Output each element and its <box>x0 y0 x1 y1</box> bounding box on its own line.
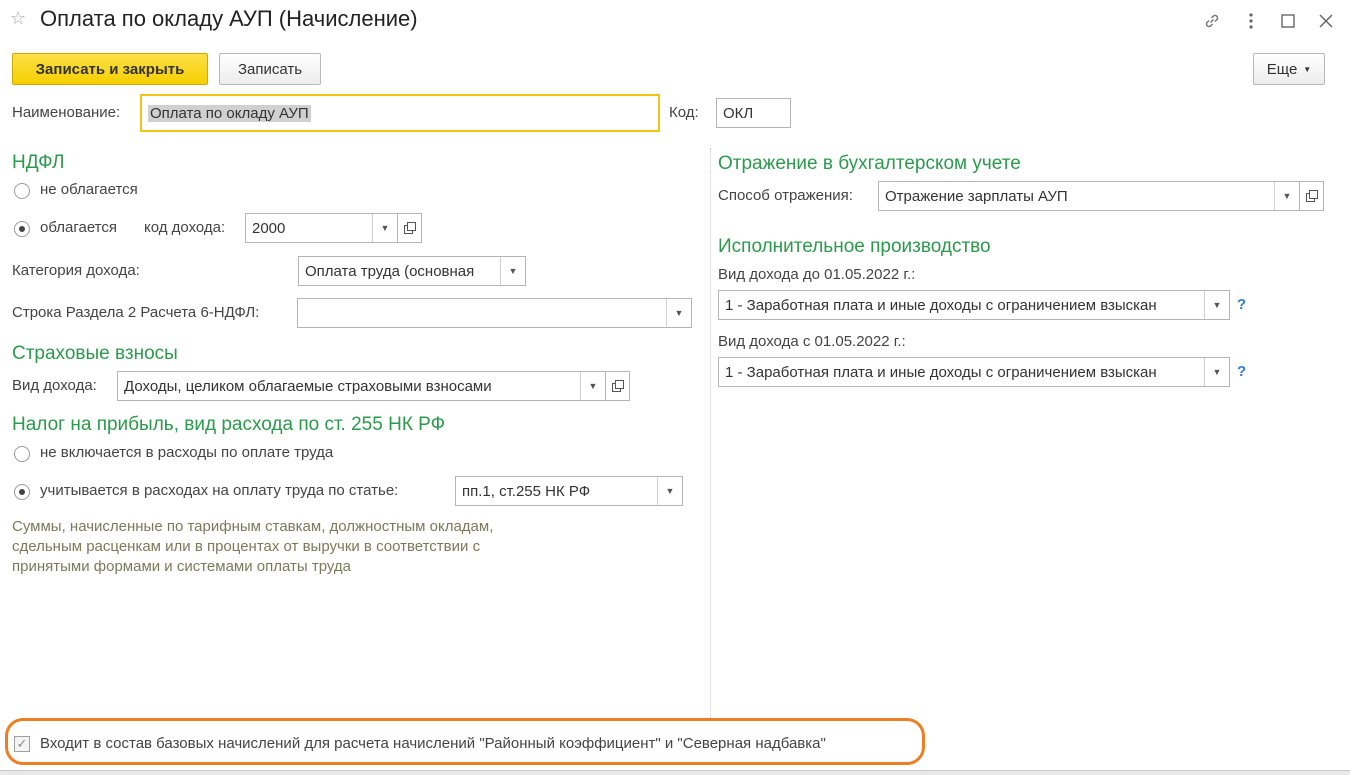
dropdown-arrow-icon[interactable]: ▼ <box>580 372 605 400</box>
close-icon[interactable] <box>1313 8 1339 34</box>
more-menu-icon[interactable] <box>1238 8 1264 34</box>
profit-article-value: пп.1, ст.255 НК РФ <box>462 482 591 500</box>
dropdown-arrow-icon[interactable]: ▼ <box>657 477 682 505</box>
enforcement-after-label: Вид дохода с 01.05.2022 г.: <box>718 333 906 350</box>
ndfl-not-taxed-label[interactable]: не облагается <box>40 181 138 198</box>
name-value: Оплата по окладу АУП <box>148 104 311 122</box>
enforcement-heading: Исполнительное производство <box>718 236 991 257</box>
bottom-edge <box>0 770 1350 775</box>
profit-tax-heading: Налог на прибыль, вид расхода по ст. 255… <box>12 414 446 435</box>
code-input[interactable]: ОКЛ <box>716 98 791 128</box>
income-code-value: 2000 <box>252 219 286 237</box>
maximize-icon[interactable] <box>1275 8 1301 34</box>
dropdown-arrow-icon[interactable]: ▼ <box>372 214 397 242</box>
window-title: Оплата по окладу АУП (Начисление) <box>40 6 418 31</box>
enforcement-after-select[interactable]: 1 - Заработная плата и иные доходы с огр… <box>718 357 1230 387</box>
code-label: Код: <box>669 104 699 121</box>
ndfl-not-taxed-radio[interactable] <box>14 183 30 199</box>
enforcement-after-value: 1 - Заработная плата и иные доходы с огр… <box>725 363 1157 381</box>
accounting-method-select[interactable]: Отражение зарплаты АУП ▼ <box>878 181 1300 211</box>
open-form-icon[interactable] <box>606 371 630 401</box>
checkmark-icon: ✓ <box>16 736 28 751</box>
ndfl-row-select[interactable]: ▼ <box>297 298 692 328</box>
save-button[interactable]: Записать <box>219 53 321 85</box>
ndfl-taxed-label[interactable]: облагается <box>40 219 117 236</box>
income-category-select[interactable]: Оплата труда (основная ▼ <box>298 256 526 286</box>
income-code-select[interactable]: 2000 ▼ <box>245 213 398 243</box>
base-accruals-checkbox[interactable]: ✓ <box>14 736 30 752</box>
chevron-down-icon: ▼ <box>1303 64 1312 74</box>
profit-article-select[interactable]: пп.1, ст.255 НК РФ ▼ <box>455 476 683 506</box>
accounting-heading: Отражение в бухгалтерском учете <box>718 153 1021 174</box>
ndfl-heading: НДФЛ <box>12 152 65 173</box>
enforcement-before-select[interactable]: 1 - Заработная плата и иные доходы с огр… <box>718 290 1230 320</box>
column-divider <box>710 148 711 718</box>
ndfl-taxed-radio[interactable] <box>14 221 30 237</box>
dropdown-arrow-icon[interactable]: ▼ <box>500 257 525 285</box>
more-actions-label: Еще <box>1266 60 1298 78</box>
profit-included-radio[interactable] <box>14 484 30 500</box>
profit-excluded-radio[interactable] <box>14 446 30 462</box>
open-form-icon[interactable] <box>398 213 422 243</box>
accounting-method-label: Способ отражения: <box>718 187 853 204</box>
link-icon[interactable] <box>1199 8 1225 34</box>
ndfl-row-label: Строка Раздела 2 Расчета 6-НДФЛ: <box>12 304 260 321</box>
help-icon[interactable]: ? <box>1237 363 1246 380</box>
dropdown-arrow-icon[interactable]: ▼ <box>666 299 691 327</box>
save-and-close-button[interactable]: Записать и закрыть <box>12 53 208 85</box>
income-category-label: Категория дохода: <box>12 262 140 279</box>
insurance-heading: Страховые взносы <box>12 343 178 364</box>
more-actions-button[interactable]: Еще ▼ <box>1253 53 1325 85</box>
favorite-star-icon[interactable]: ☆ <box>10 8 26 29</box>
insurance-income-type-select[interactable]: Доходы, целиком облагаемые страховыми вз… <box>117 371 606 401</box>
profit-tax-note: Суммы, начисленные по тарифным ставкам, … <box>12 518 494 575</box>
dropdown-arrow-icon[interactable]: ▼ <box>1274 182 1299 210</box>
name-label: Наименование: <box>12 104 121 121</box>
profit-included-label[interactable]: учитывается в расходах на оплату труда п… <box>40 482 398 499</box>
enforcement-before-label: Вид дохода до 01.05.2022 г.: <box>718 266 916 283</box>
help-icon[interactable]: ? <box>1237 296 1246 313</box>
accounting-method-value: Отражение зарплаты АУП <box>885 187 1068 205</box>
enforcement-before-value: 1 - Заработная плата и иные доходы с огр… <box>725 296 1157 314</box>
income-category-value: Оплата труда (основная <box>305 262 475 280</box>
insurance-income-type-value: Доходы, целиком облагаемые страховыми вз… <box>124 377 492 395</box>
open-form-icon[interactable] <box>1300 181 1324 211</box>
profit-excluded-label[interactable]: не включается в расходы по оплате труда <box>40 444 333 461</box>
insurance-income-type-label: Вид дохода: <box>12 377 97 394</box>
dropdown-arrow-icon[interactable]: ▼ <box>1204 291 1229 319</box>
dropdown-arrow-icon[interactable]: ▼ <box>1204 358 1229 386</box>
base-accruals-label[interactable]: Входит в состав базовых начислений для р… <box>40 735 826 752</box>
income-code-label: код дохода: <box>144 219 226 236</box>
code-value: ОКЛ <box>723 104 754 122</box>
name-input[interactable]: Оплата по окладу АУП <box>140 94 660 132</box>
